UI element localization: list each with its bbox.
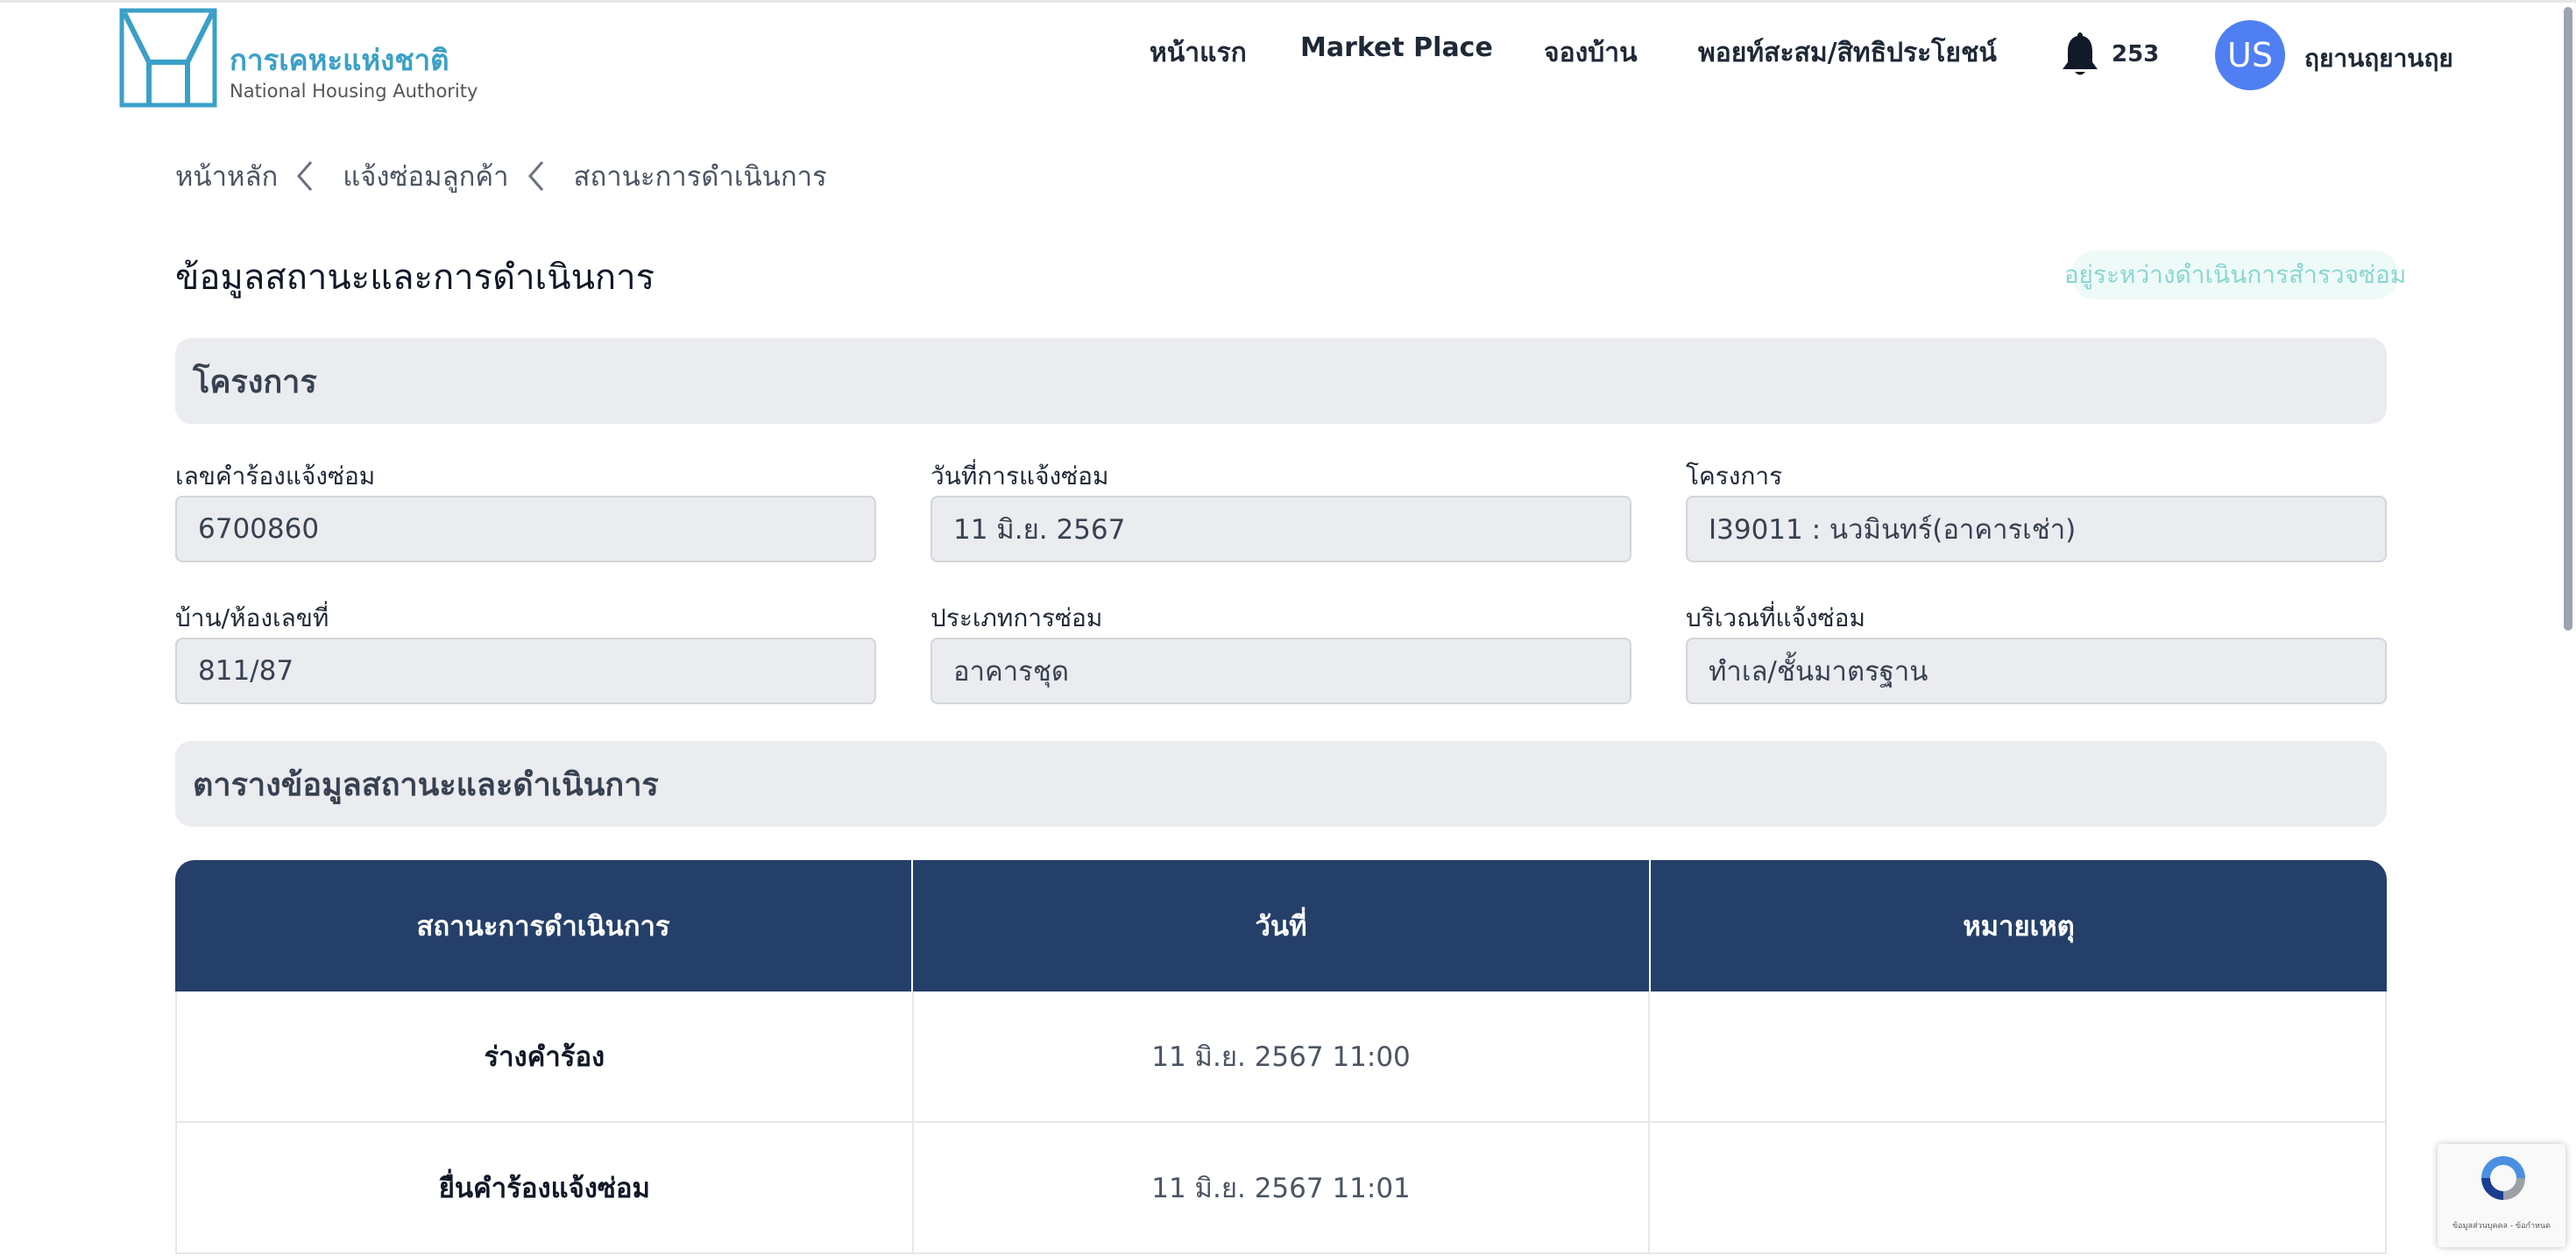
column-header-status: สถานะการดำเนินการ — [175, 860, 913, 991]
table-row: ยื่นคำร้องแจ้งซ่อม 11 มิ.ย. 2567 11:01 — [175, 1123, 2387, 1254]
request-number-input[interactable] — [175, 496, 876, 562]
cell-note — [1650, 1123, 2385, 1252]
request-date-input[interactable] — [931, 496, 1631, 562]
brand-logo[interactable]: การเคหะแห่งชาติ National Housing Authori… — [119, 8, 478, 108]
breadcrumb-home[interactable]: หน้าหลัก — [175, 154, 278, 198]
nav-home[interactable]: หน้าแรก — [1150, 32, 1247, 74]
cell-date: 11 มิ.ย. 2567 11:01 — [914, 1123, 1651, 1252]
notification-count: 253 — [2112, 41, 2160, 67]
status-table: สถานะการดำเนินการ วันที่ หมายเหตุ ร่างคำ… — [175, 860, 2387, 1254]
scrollbar-thumb[interactable] — [2564, 7, 2572, 631]
field-project: โครงการ — [1686, 461, 2387, 562]
column-header-date: วันที่ — [913, 860, 1651, 991]
recaptcha-badge[interactable]: ข้อมูลส่วนบุคคล - ข้อกำหนด — [2438, 1144, 2565, 1247]
field-label: โครงการ — [1686, 462, 1783, 490]
field-repair-area: บริเวณที่แจ้งซ่อม — [1686, 603, 2387, 704]
page-title: ข้อมูลสถานะและการดำเนินการ — [175, 258, 655, 298]
section-header-project: โครงการ — [175, 338, 2387, 424]
cell-date: 11 มิ.ย. 2567 11:00 — [914, 991, 1651, 1121]
brand-name-th: การเคหะแห่งชาติ — [230, 43, 449, 77]
bell-icon[interactable] — [2061, 31, 2099, 78]
brand-name-en: National Housing Authority — [230, 81, 478, 102]
field-label: วันที่การแจ้งซ่อม — [931, 462, 1109, 490]
nav-market-place[interactable]: Market Place — [1300, 32, 1493, 63]
nha-logo-icon — [119, 8, 217, 108]
table-header: สถานะการดำเนินการ วันที่ หมายเหตุ — [175, 860, 2387, 991]
breadcrumb: หน้าหลัก แจ้งซ่อมลูกค้า สถานะการดำเนินกา… — [175, 154, 827, 198]
field-label: ประเภทการซ่อม — [931, 603, 1103, 632]
username[interactable]: ฤยานฤยานฤย — [2304, 39, 2453, 78]
nav-points-benefits[interactable]: พอยท์สะสม/สิทธิประโยชน์ — [1698, 32, 1997, 74]
chevron-left-icon — [297, 161, 313, 191]
recaptcha-icon — [2481, 1156, 2525, 1200]
field-repair-type: ประเภทการซ่อม — [931, 603, 1631, 704]
recaptcha-text[interactable]: ข้อมูลส่วนบุคคล - ข้อกำหนด — [2441, 1219, 2562, 1231]
field-room-number: บ้าน/ห้องเลขที่ — [175, 603, 876, 704]
breadcrumb-current: สถานะการดำเนินการ — [573, 161, 827, 193]
field-request-date: วันที่การแจ้งซ่อม — [931, 461, 1631, 562]
section-header-status-table: ตารางข้อมูลสถานะและดำเนินการ — [175, 741, 2387, 827]
repair-area-input[interactable] — [1686, 638, 2387, 704]
status-badge: อยู่ระหว่างดำเนินการสำรวจซ่อม — [2064, 250, 2406, 300]
chevron-left-icon — [527, 161, 543, 191]
field-label: บ้าน/ห้องเลขที่ — [175, 603, 329, 632]
column-header-note: หมายเหตุ — [1963, 911, 2075, 942]
field-label: เลขคำร้องแจ้งซ่อม — [175, 462, 376, 490]
repair-type-input[interactable] — [931, 638, 1631, 704]
cell-status: ร่างคำร้อง — [177, 991, 914, 1121]
breadcrumb-repair-request[interactable]: แจ้งซ่อมลูกค้า — [343, 154, 508, 198]
field-label: บริเวณที่แจ้งซ่อม — [1686, 603, 1865, 632]
table-row: ร่างคำร้อง 11 มิ.ย. 2567 11:00 — [175, 991, 2387, 1123]
room-number-input[interactable] — [175, 638, 876, 704]
header: การเคหะแห่งชาติ National Housing Authori… — [0, 3, 2576, 108]
cell-note — [1650, 991, 2385, 1121]
avatar[interactable]: US — [2215, 20, 2285, 90]
cell-status: ยื่นคำร้องแจ้งซ่อม — [177, 1123, 914, 1252]
project-input[interactable] — [1686, 496, 2387, 562]
field-request-number: เลขคำร้องแจ้งซ่อม — [175, 461, 876, 562]
nav-booking[interactable]: จองบ้าน — [1544, 32, 1638, 74]
